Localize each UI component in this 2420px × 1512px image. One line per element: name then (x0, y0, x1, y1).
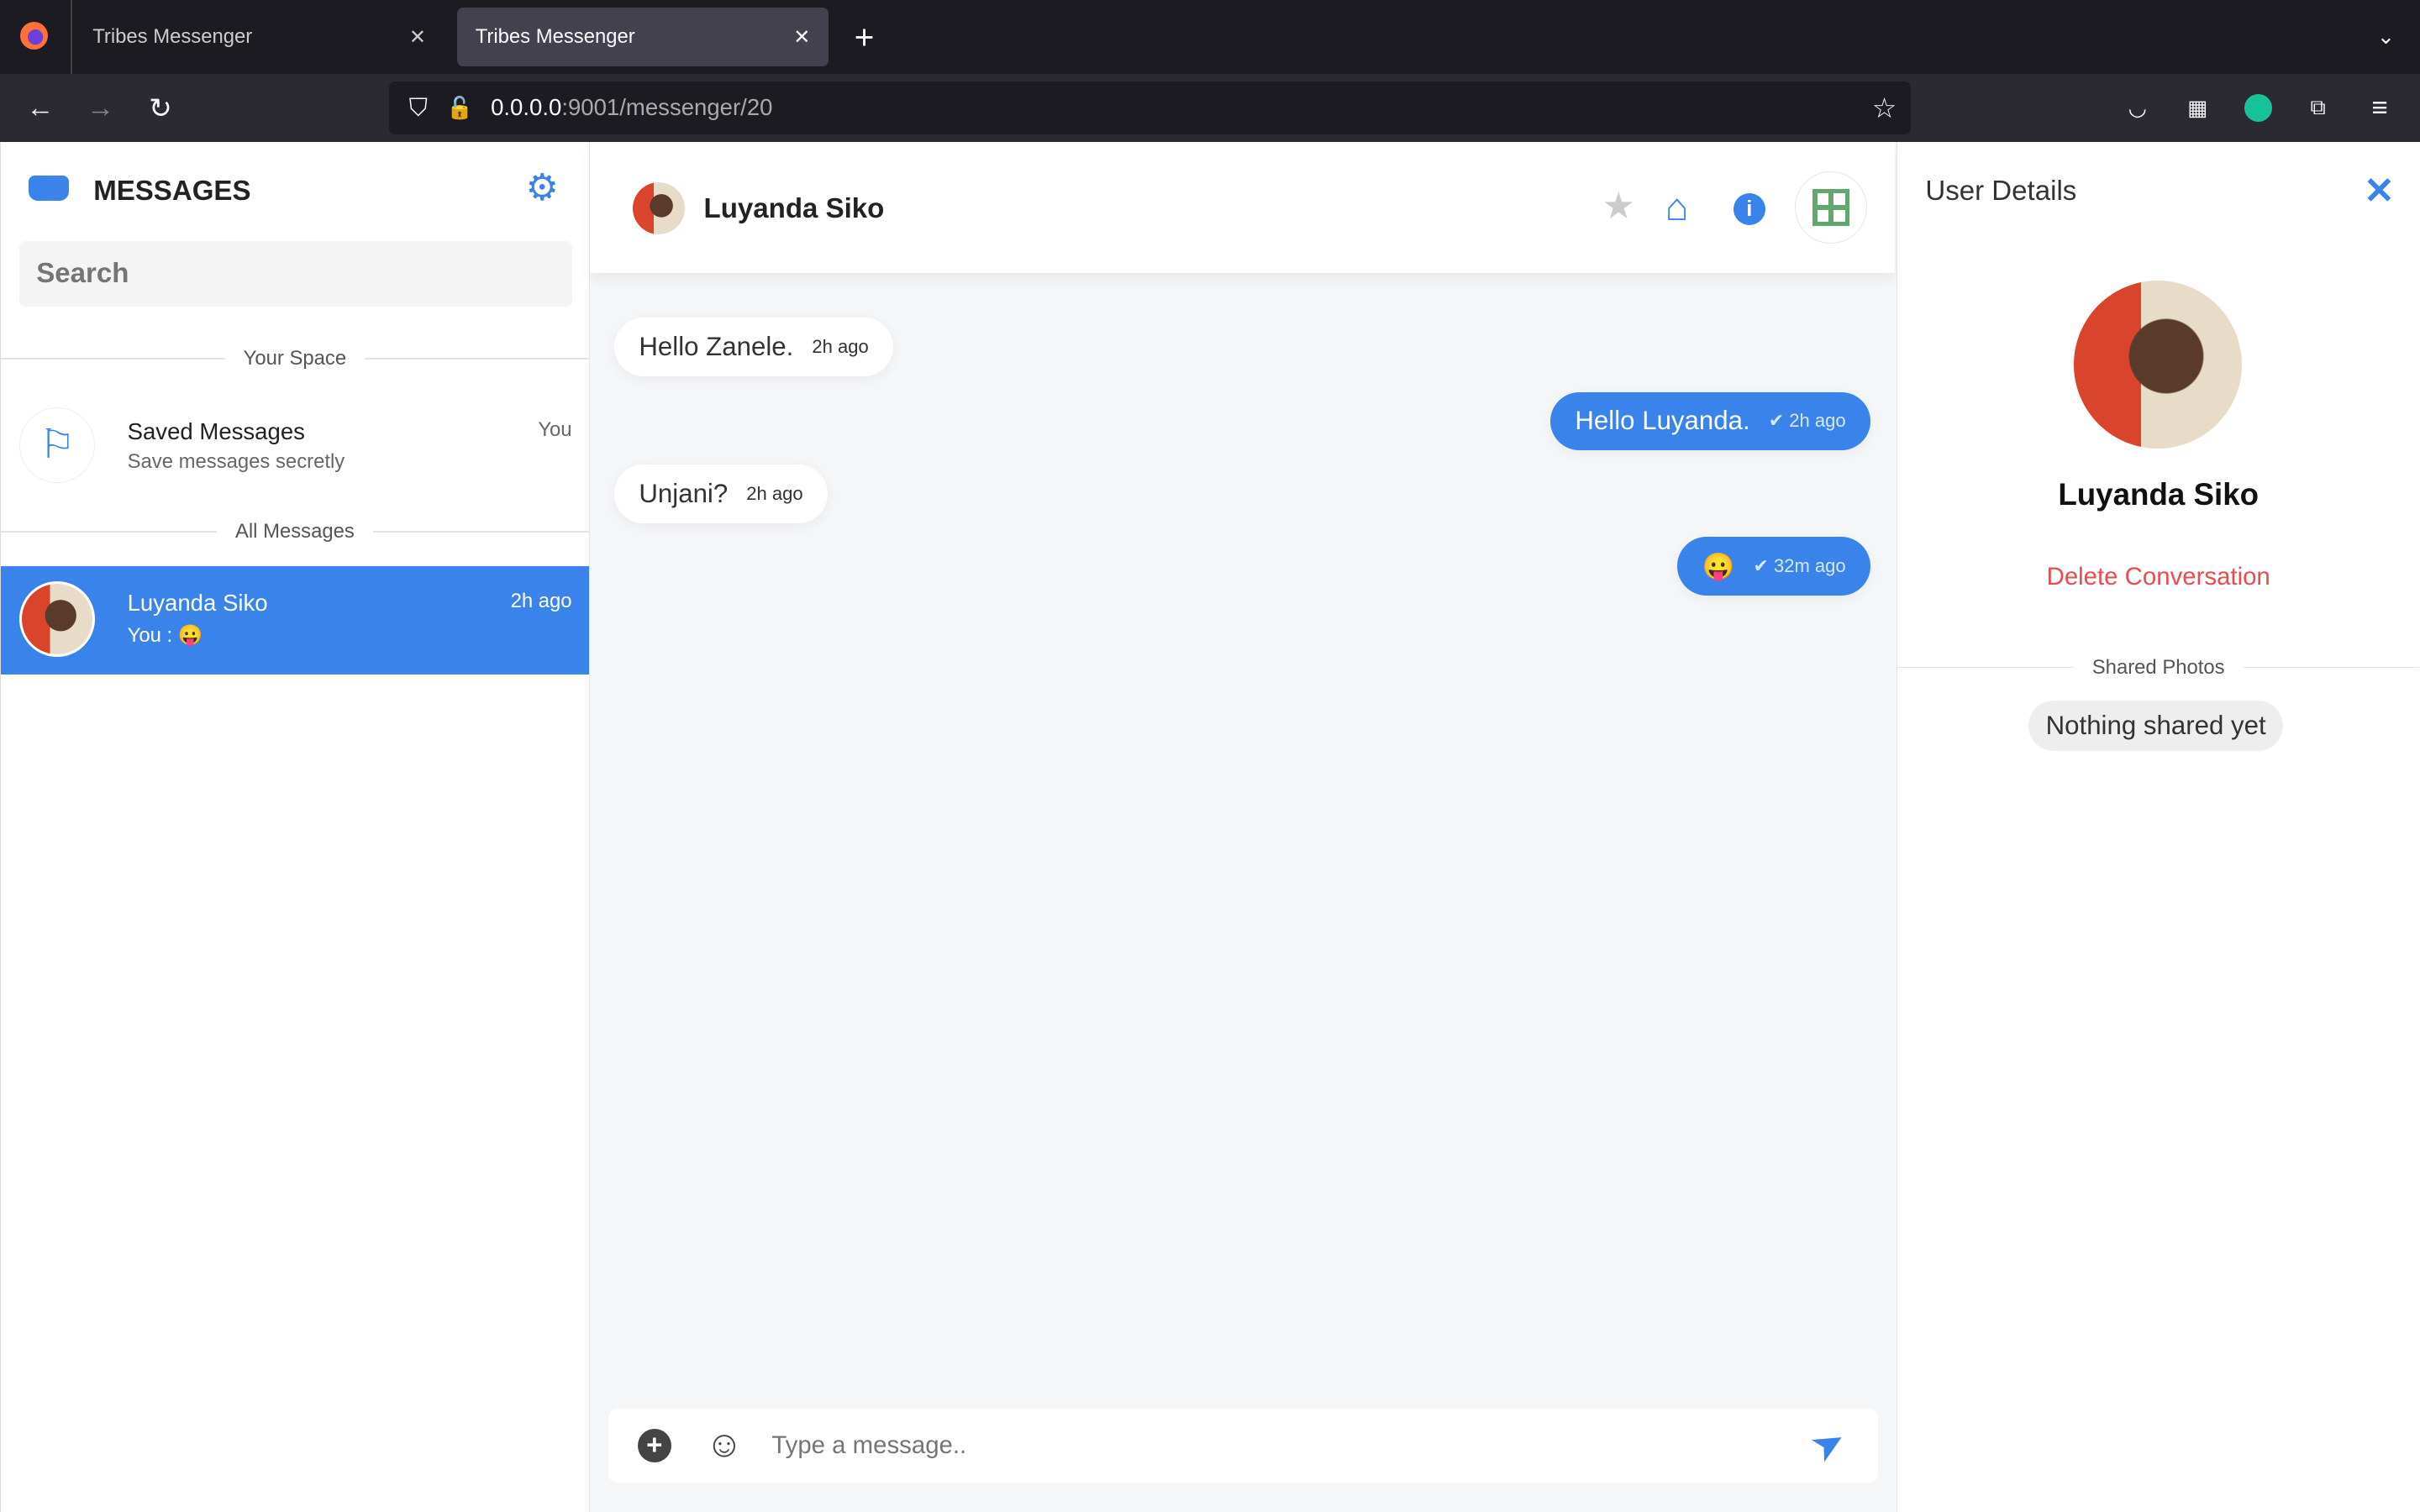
menu-icon[interactable]: ≡ (2361, 90, 2398, 127)
add-attachment-icon[interactable]: + (637, 1428, 671, 1463)
insecure-lock-icon[interactable]: 🔓 (445, 90, 476, 127)
emoji-icon[interactable]: ☺ (705, 1424, 743, 1466)
contact-name: Luyanda Siko (703, 192, 885, 224)
send-icon[interactable]: ➤ (1802, 1415, 1854, 1473)
extensions-icon[interactable]: ⧉ (2300, 90, 2337, 127)
tab-bar: Tribes Messenger ✕ Tribes Messenger ✕ + ⌄ (0, 0, 2420, 75)
close-tab-icon[interactable]: ✕ (409, 25, 426, 50)
double-check-icon: ✔ (1753, 555, 1769, 577)
message-outgoing: 😛 ✔ 32m ago (1677, 537, 1871, 596)
firefox-icon (19, 21, 48, 50)
qr-icon[interactable]: ▦ (2179, 90, 2216, 127)
profile-name: Luyanda Siko (2058, 476, 2260, 512)
nothing-shared-badge: Nothing shared yet (2028, 700, 2283, 752)
sidebar-title: MESSAGES (93, 176, 251, 207)
forward-icon[interactable]: → (82, 90, 118, 127)
pocket-icon[interactable]: ◡ (2119, 90, 2156, 127)
close-icon[interactable]: ✕ (2364, 170, 2395, 213)
delete-conversation-button[interactable]: Delete Conversation (1897, 563, 2419, 591)
avatar (633, 181, 686, 235)
composer: + ☺ ➤ (608, 1408, 1879, 1483)
chat-panel: Luyanda Siko ★ ⌂ i Hello Zanele. 2h ago H… (589, 141, 1897, 1512)
user-avatar-identicon[interactable] (1795, 171, 1868, 244)
url-bar[interactable]: ⛉ 🔓 0.0.0.0:9001/messenger/20 ☆ (388, 81, 1911, 134)
search-input[interactable] (19, 240, 572, 307)
saved-messages-item[interactable]: ⚐ Saved Messages Save messages secretly … (1, 396, 589, 489)
bookmark-star-icon[interactable]: ☆ (1867, 90, 1901, 127)
inbox-icon (29, 176, 69, 201)
info-icon[interactable]: i (1733, 192, 1766, 226)
star-icon[interactable]: ★ (1602, 185, 1635, 228)
tab-1[interactable]: Tribes Messenger ✕ (74, 8, 445, 66)
message-incoming: Hello Zanele. 2h ago (613, 318, 894, 377)
user-details-panel: User Details ✕ Luyanda Siko Delete Conve… (1897, 141, 2420, 1512)
grammarly-icon[interactable] (2244, 94, 2272, 123)
message-outgoing: Hello Luyanda. ✔ 2h ago (1550, 391, 1871, 451)
profile-photo (2073, 281, 2242, 449)
back-icon[interactable]: ← (22, 90, 59, 127)
message-incoming: Unjani? 2h ago (613, 464, 829, 523)
sidebar: MESSAGES ⚙ Your Space ⚐ Saved Messages S… (0, 141, 590, 1512)
chevron-down-icon[interactable]: ⌄ (2367, 18, 2404, 55)
tab-2-active[interactable]: Tribes Messenger ✕ (456, 8, 829, 66)
shield-icon[interactable]: ⛉ (402, 90, 435, 127)
conversation-item[interactable]: Luyanda Siko You : 😛 2h ago (1, 566, 589, 675)
close-tab-icon[interactable]: ✕ (793, 25, 810, 50)
chat-header: Luyanda Siko ★ ⌂ i (589, 141, 1896, 274)
avatar (19, 581, 96, 658)
reload-icon[interactable]: ↻ (142, 90, 179, 127)
home-icon[interactable]: ⌂ (1665, 184, 1689, 229)
settings-gear-icon[interactable]: ⚙ (525, 166, 559, 209)
new-tab-icon[interactable]: + (846, 18, 883, 56)
double-check-icon: ✔ (1768, 410, 1785, 432)
bookmark-icon: ⚐ (19, 407, 96, 483)
details-title: User Details (1925, 176, 2077, 207)
message-input[interactable] (771, 1424, 1776, 1467)
